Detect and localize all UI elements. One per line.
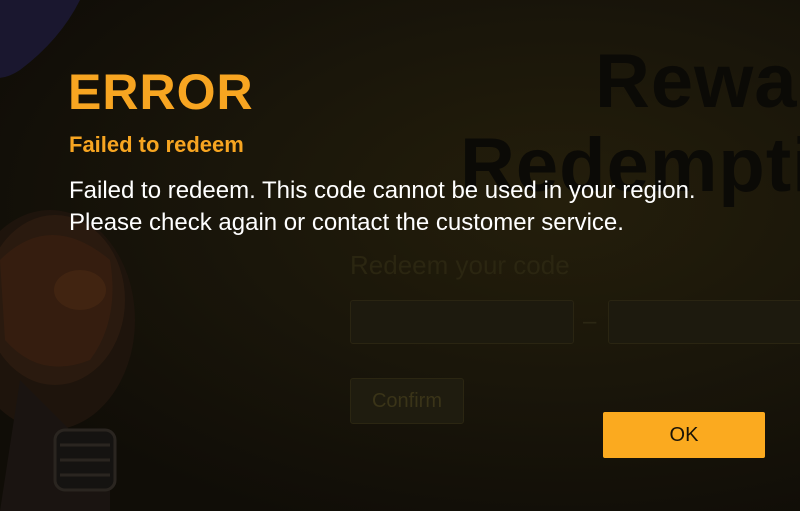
error-subtitle: Failed to redeem xyxy=(69,132,244,157)
background-redeem-label: Redeem your code xyxy=(350,250,570,280)
error-title: ERROR xyxy=(68,64,254,120)
ok-button[interactable]: OK xyxy=(603,412,765,458)
background-code-input-1 xyxy=(350,300,574,344)
background-code-separator: – xyxy=(583,308,597,335)
background-title-line-1: Rewar xyxy=(595,39,800,124)
error-message: Failed to redeem. This code cannot be us… xyxy=(69,177,696,236)
background-confirm-button: Confirm xyxy=(350,378,464,424)
background-code-input-2 xyxy=(608,300,800,344)
screen: Rewar Redemptio Redeem your code – Confi… xyxy=(0,0,800,511)
